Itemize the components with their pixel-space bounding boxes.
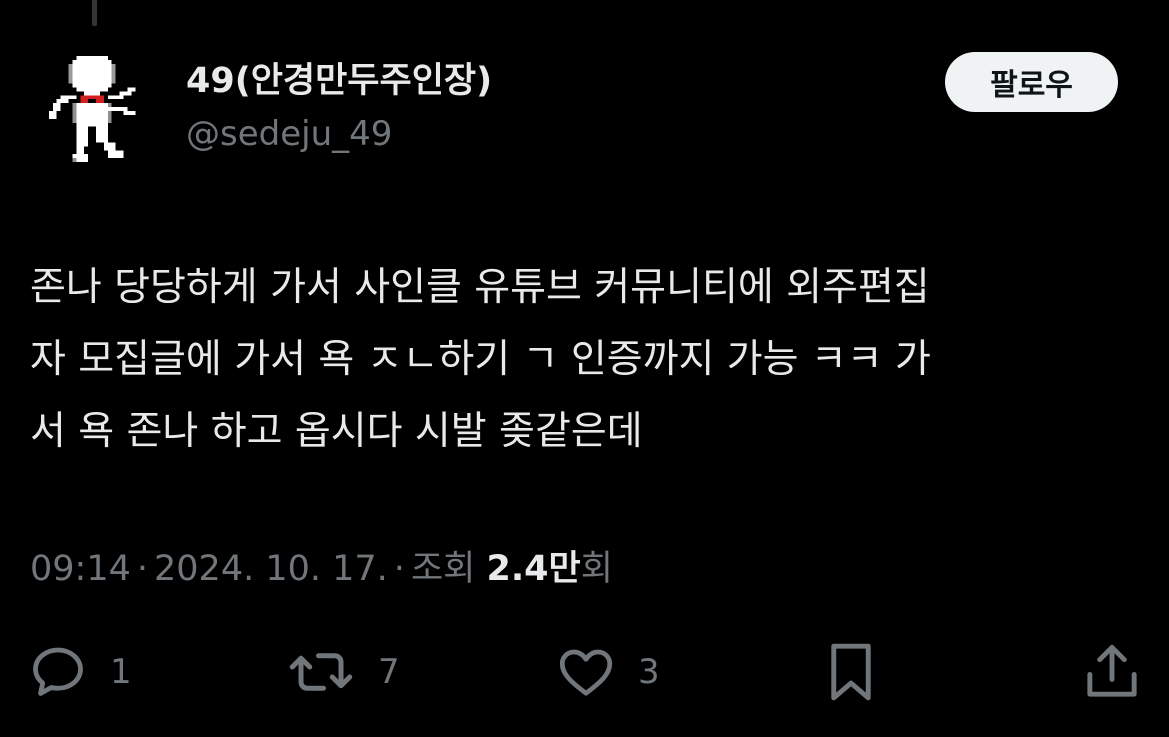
views-label: 조회 [410, 549, 476, 589]
pixel-character-icon [48, 56, 136, 163]
follow-button[interactable]: 팔로우 [945, 52, 1118, 112]
reply-count: 1 [110, 652, 132, 692]
retweet-icon [289, 653, 353, 691]
share-icon [1087, 644, 1137, 697]
like-count: 3 [638, 652, 660, 692]
user-handle[interactable]: @sedeju_49 [186, 114, 392, 155]
retweet-count: 7 [378, 652, 400, 692]
bookmark-button[interactable] [826, 640, 876, 704]
display-name[interactable]: 49(안경만두주인장) [186, 60, 492, 102]
views-suffix: 회 [580, 549, 613, 589]
like-button[interactable]: 3 [556, 640, 660, 704]
share-button[interactable] [1082, 640, 1142, 704]
reply-icon [33, 647, 83, 696]
tweet-time[interactable]: 09:14 [30, 549, 131, 589]
tweet-date[interactable]: 2024. 10. 17. [154, 549, 388, 589]
meta-separator: · [393, 549, 405, 589]
bookmark-icon [831, 643, 871, 701]
reply-button[interactable]: 1 [28, 640, 132, 704]
avatar[interactable] [48, 56, 144, 166]
tweet-meta: 09:14 · 2024. 10. 17. · 조회 2.4만회 [30, 548, 613, 590]
retweet-button[interactable]: 7 [286, 640, 400, 704]
meta-separator: · [136, 549, 149, 589]
tweet-text: 존나 당당하게 가서 사인클 유튜브 커뮤니티에 외주편집 자 모집글에 가서 … [30, 265, 931, 454]
heart-icon [559, 649, 613, 696]
thread-connector-line [92, 0, 97, 26]
views-count: 2.4만 [486, 549, 581, 589]
